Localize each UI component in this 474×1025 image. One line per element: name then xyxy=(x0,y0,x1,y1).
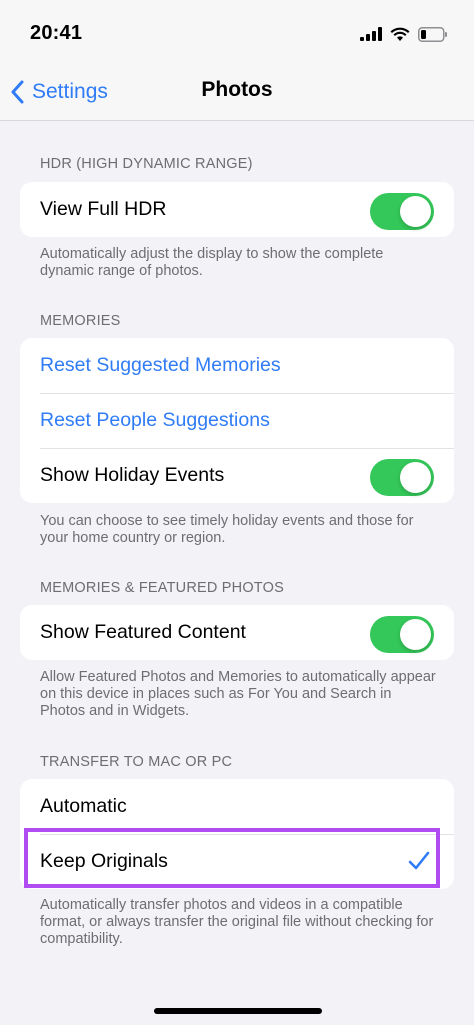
section-header-transfer: TRANSFER TO MAC OR PC xyxy=(40,754,233,770)
reset-people-suggestions-button[interactable]: Reset People Suggestions xyxy=(20,393,454,448)
wifi-icon xyxy=(390,27,410,41)
section-header-memories: MEMORIES xyxy=(40,313,121,329)
show-featured-content-label: Show Featured Content xyxy=(40,621,246,643)
section-footer-memories: You can choose to see timely holiday eve… xyxy=(40,513,414,546)
reset-suggested-memories-button[interactable]: Reset Suggested Memories xyxy=(20,338,454,393)
section-footer-featured: Allow Featured Photos and Memories to au… xyxy=(40,669,436,719)
view-full-hdr-row: View Full HDR xyxy=(20,182,454,237)
battery-icon xyxy=(418,26,447,42)
show-featured-content-toggle[interactable] xyxy=(370,616,434,653)
status-bar: 20:41 xyxy=(0,0,474,64)
section-footer-transfer: Automatically transfer photos and videos… xyxy=(40,897,434,947)
featured-group: Show Featured Content xyxy=(20,605,454,660)
transfer-option-keep-originals-label: Keep Originals xyxy=(40,850,168,872)
section-header-featured: MEMORIES & FEATURED PHOTOS xyxy=(40,580,284,596)
view-full-hdr-toggle[interactable] xyxy=(370,193,434,230)
reset-people-suggestions-label: Reset People Suggestions xyxy=(40,409,270,431)
transfer-option-automatic-label: Automatic xyxy=(40,795,127,817)
home-indicator xyxy=(154,1008,322,1014)
status-time: 20:41 xyxy=(30,22,83,44)
toggle-knob xyxy=(400,462,431,493)
show-featured-content-row: Show Featured Content xyxy=(20,605,454,660)
show-holiday-events-toggle[interactable] xyxy=(370,459,434,496)
transfer-option-keep-originals[interactable]: Keep Originals xyxy=(20,834,454,889)
signal-icon xyxy=(360,27,382,41)
transfer-group: Automatic Keep Originals xyxy=(20,779,454,889)
toggle-knob xyxy=(400,619,431,650)
show-holiday-events-row: Show Holiday Events xyxy=(20,448,454,503)
status-icons xyxy=(360,24,448,44)
section-header-hdr: HDR (HIGH DYNAMIC RANGE) xyxy=(40,156,253,172)
transfer-option-automatic[interactable]: Automatic xyxy=(20,779,454,834)
reset-suggested-memories-label: Reset Suggested Memories xyxy=(40,354,281,376)
toggle-knob xyxy=(400,196,431,227)
show-holiday-events-label: Show Holiday Events xyxy=(40,464,225,486)
section-footer-hdr: Automatically adjust the display to show… xyxy=(40,246,384,279)
page-title: Photos xyxy=(201,78,273,101)
memories-group: Reset Suggested Memories Reset People Su… xyxy=(20,338,454,503)
hdr-group: View Full HDR xyxy=(20,182,454,237)
view-full-hdr-label: View Full HDR xyxy=(40,198,167,220)
checkmark-icon xyxy=(408,851,430,870)
